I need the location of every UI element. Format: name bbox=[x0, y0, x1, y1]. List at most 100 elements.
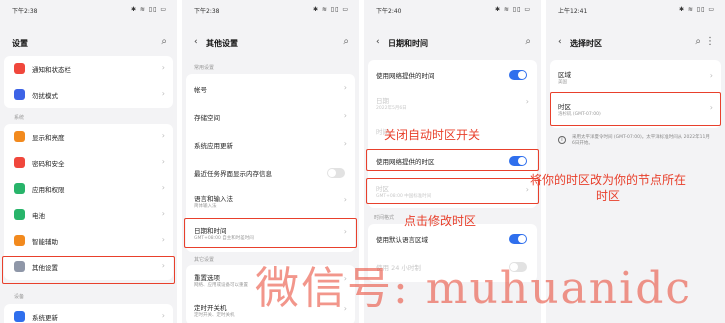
status-time: 下午2:38 bbox=[194, 8, 220, 15]
network-time-toggle[interactable] bbox=[509, 70, 527, 80]
grid-icon bbox=[14, 183, 25, 194]
status-time: 下午2:38 bbox=[12, 8, 38, 15]
timezone-note: i 采用太平洋夏令时间 (GMT-07:00)。太平洋标准时间从 2022年11… bbox=[550, 134, 721, 154]
settings-item-label: 勿扰模式 bbox=[32, 92, 58, 100]
moon-icon bbox=[14, 89, 25, 100]
chevron-right-icon: › bbox=[161, 235, 165, 244]
status-time: 上午12:41 bbox=[558, 8, 588, 15]
annotation-disable-auto-timezone: 关闭自动时区开关 bbox=[384, 128, 481, 142]
back-icon[interactable]: ‹ bbox=[194, 37, 198, 47]
chevron-right-icon: › bbox=[161, 311, 165, 320]
list-item-account[interactable]: 帐号 › bbox=[186, 76, 355, 102]
status-time: 下午2:40 bbox=[376, 8, 402, 15]
list-item-label: 使用网络提供的时间 bbox=[376, 72, 435, 80]
status-icons: ✱ ≋ ▯▯ ▭ bbox=[312, 6, 349, 13]
list-item-label: 使用默认语言区域 bbox=[376, 236, 428, 244]
list-item-sub: 网络、应用或设备可以重置 bbox=[194, 283, 248, 288]
settings-item-notifications[interactable]: 通知和状态栏 › bbox=[4, 56, 173, 82]
search-icon[interactable]: ⌕ bbox=[343, 36, 349, 47]
bell-icon bbox=[14, 63, 25, 74]
nav-bar: ‹ 其他设置 ⌕ bbox=[194, 36, 349, 54]
page-title: 日期和时间 bbox=[388, 39, 428, 48]
settings-item-display[interactable]: 显示和亮度 › bbox=[4, 124, 173, 150]
more-vertical-icon[interactable]: ⋮ bbox=[705, 36, 715, 47]
settings-item-label: 电池 bbox=[32, 212, 45, 220]
list-item-date: 日期 2022年5月6日 › bbox=[368, 90, 537, 116]
list-item-default-locale[interactable]: 使用默认语言区域 bbox=[368, 226, 537, 252]
settings-item-label: 系统更新 bbox=[32, 314, 58, 322]
nav-bar: ‹ 日期和时间 ⌕ bbox=[376, 36, 531, 54]
settings-screen: 下午2:38 ✱ ≋ ▯▯ ▭ 设置 ⌕ 通知和状态栏 › 勿扰模式 › 系统 … bbox=[0, 0, 177, 323]
page-title: 其他设置 bbox=[206, 39, 238, 48]
section-label-other: 其它设置 bbox=[194, 257, 215, 263]
chevron-right-icon: › bbox=[161, 183, 165, 192]
search-icon[interactable]: ⌕ bbox=[695, 36, 701, 47]
page-title: 设置 bbox=[12, 39, 28, 48]
status-icons: ✱ ≋ ▯▯ ▭ bbox=[494, 6, 531, 13]
settings-item-battery[interactable]: 电池 › bbox=[4, 202, 173, 228]
list-item-label: 定时开关机 bbox=[194, 304, 227, 312]
highlight-box bbox=[366, 178, 539, 204]
update-icon bbox=[14, 311, 25, 322]
settings-card-device: 系统更新 › bbox=[4, 304, 173, 323]
chevron-right-icon: › bbox=[161, 131, 165, 140]
search-icon[interactable]: ⌕ bbox=[525, 36, 531, 47]
settings-item-update[interactable]: 系统更新 › bbox=[4, 304, 173, 323]
section-label-system: 系统 bbox=[14, 115, 25, 121]
list-item-region[interactable]: 区域 美国 › bbox=[550, 64, 721, 90]
back-icon[interactable]: ‹ bbox=[376, 37, 380, 47]
list-item-label: 语言和输入法 bbox=[194, 195, 233, 203]
status-bar: 上午12:41 ✱ ≋ ▯▯ ▭ bbox=[558, 6, 715, 16]
back-icon[interactable]: ‹ bbox=[558, 37, 562, 47]
list-item-sub: 美国 bbox=[558, 80, 567, 85]
settings-item-dnd[interactable]: 勿扰模式 › bbox=[4, 82, 173, 108]
recent-memory-toggle[interactable] bbox=[327, 168, 345, 178]
status-icons: ✱ ≋ ▯▯ ▭ bbox=[678, 6, 715, 13]
timezone-note-text: 采用太平洋夏令时间 (GMT-07:00)。太平洋标准时间从 2022年11月6… bbox=[572, 135, 710, 146]
status-bar: 下午2:38 ✱ ≋ ▯▯ ▭ bbox=[194, 6, 349, 16]
nav-bar: 设置 ⌕ bbox=[12, 36, 167, 54]
status-bar: 下午2:38 ✱ ≋ ▯▯ ▭ bbox=[12, 6, 167, 16]
annotation-change-timezone: 将你的时区改为你的节点所在时区 bbox=[529, 173, 686, 203]
settings-item-security[interactable]: 密码和安全 › bbox=[4, 150, 173, 176]
status-bar: 下午2:40 ✱ ≋ ▯▯ ▭ bbox=[376, 6, 531, 16]
chevron-right-icon: › bbox=[161, 209, 165, 218]
list-item-label: 帐号 bbox=[194, 86, 207, 94]
settings-card-top: 通知和状态栏 › 勿扰模式 › bbox=[4, 56, 173, 108]
list-item-label: 存储空间 bbox=[194, 114, 220, 122]
hand-icon bbox=[14, 235, 25, 246]
section-label-format: 时间格式 bbox=[374, 215, 395, 221]
list-item-app-update[interactable]: 系统应用更新 › bbox=[186, 132, 355, 158]
list-item-language[interactable]: 语言和输入法 简体输入法 › bbox=[186, 188, 355, 214]
list-item-sub: 2022年5月6日 bbox=[376, 106, 407, 111]
highlight-box bbox=[2, 256, 175, 284]
list-item-network-time[interactable]: 使用网络提供的时间 bbox=[368, 62, 537, 88]
list-item-label: 系统应用更新 bbox=[194, 142, 233, 150]
list-item-sub: 定时开关、定时关机 bbox=[194, 313, 235, 318]
status-icons: ✱ ≋ ▯▯ ▭ bbox=[130, 6, 167, 13]
chevron-right-icon: › bbox=[161, 157, 165, 166]
watermark: 微信号: muhuanidc bbox=[255, 263, 692, 314]
list-item-label: 区域 bbox=[558, 71, 571, 79]
list-item-recent-memory[interactable]: 最近任务界面显示内存信息 bbox=[186, 160, 355, 186]
settings-item-label: 密码和安全 bbox=[32, 160, 65, 168]
lock-icon bbox=[14, 157, 25, 168]
chevron-right-icon: › bbox=[161, 63, 165, 72]
battery-icon bbox=[14, 209, 25, 220]
list-item-sub: 简体输入法 bbox=[194, 204, 217, 209]
settings-item-label: 显示和亮度 bbox=[32, 134, 65, 142]
settings-item-apps[interactable]: 应用和权限 › bbox=[4, 176, 173, 202]
sun-icon bbox=[14, 131, 25, 142]
section-label-device: 设备 bbox=[14, 294, 25, 300]
search-icon[interactable]: ⌕ bbox=[161, 36, 167, 47]
chevron-right-icon: › bbox=[161, 89, 165, 98]
highlight-box bbox=[366, 149, 539, 171]
annotation-tap-timezone: 点击修改时区 bbox=[404, 214, 477, 228]
chevron-right-icon: › bbox=[343, 195, 347, 204]
chevron-right-icon: › bbox=[709, 71, 713, 80]
chevron-right-icon: › bbox=[525, 97, 529, 106]
settings-item-assist[interactable]: 智能辅助 › bbox=[4, 228, 173, 254]
list-item-storage[interactable]: 存储空间 › bbox=[186, 104, 355, 130]
default-locale-toggle[interactable] bbox=[509, 234, 527, 244]
chevron-right-icon: › bbox=[343, 139, 347, 148]
